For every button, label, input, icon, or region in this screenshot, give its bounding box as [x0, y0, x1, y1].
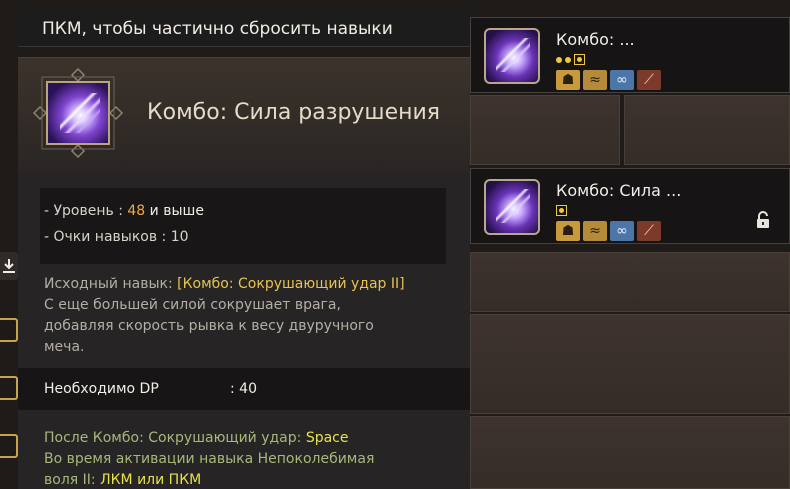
dp-value: : 40 [230, 381, 257, 397]
combo-commands: После Комбо: Сокрушающий удар: Space Во … [44, 430, 375, 488]
helmet-icon: ☗ [556, 70, 580, 90]
skill-level-dots [556, 205, 567, 216]
tree-panel [470, 252, 790, 312]
skill-name: Комбо: Сила ... [556, 181, 682, 200]
tooltip-header: Комбо: Сила разрушения [18, 58, 470, 173]
claw-icon: ⟋ [637, 70, 661, 90]
skill-tooltip: Комбо: Сила разрушения - Уровень : 48 и … [18, 57, 470, 489]
skill-icon [484, 28, 540, 84]
lock-tab[interactable] [0, 434, 18, 458]
tooltip-title: Комбо: Сила разрушения [147, 100, 441, 125]
dp-requirement: Необходимо DP : 40 [18, 368, 470, 410]
tree-panel [624, 95, 790, 165]
claw-icon: ⟋ [637, 221, 661, 241]
chain-icon: ∞ [610, 70, 634, 90]
skill-card[interactable]: Комбо: Сила ... ☗ ≈ ∞ ⟋ [470, 168, 790, 244]
skill-icon [46, 81, 110, 145]
level-value: 48 [127, 203, 146, 219]
lock-tab[interactable] [0, 376, 18, 400]
skill-description: Исходный навык: [Комбо: Сокрушающий удар… [44, 276, 405, 355]
level-requirement: - Уровень : 48 и выше [44, 203, 204, 219]
skill-points-requirement: - Очки навыков : 10 [44, 229, 189, 245]
skill-level-dots [556, 54, 585, 65]
command-icons: ☗ ≈ ∞ ⟋ [556, 221, 661, 241]
combo-key: Space [305, 430, 349, 446]
tree-panel [470, 95, 620, 165]
skill-icon-frame [32, 67, 124, 159]
download-icon[interactable] [0, 252, 18, 280]
skill-name: Комбо: ... [556, 30, 635, 49]
base-skill-name: [Комбо: Сокрушающий удар II] [177, 276, 405, 292]
reset-hint: ПКМ, чтобы частично сбросить навыки [18, 11, 470, 47]
tree-panel [470, 416, 790, 489]
lock-tab[interactable] [0, 318, 18, 342]
combo-key: ЛКМ или ПКМ [100, 472, 202, 488]
dash-icon: ≈ [583, 221, 607, 241]
command-icons: ☗ ≈ ∞ ⟋ [556, 70, 661, 90]
dp-label: Необходимо DP [44, 381, 159, 397]
chain-icon: ∞ [610, 221, 634, 241]
requirements-box: - Уровень : 48 и выше - Очки навыков : 1… [40, 188, 446, 264]
unlock-icon[interactable] [755, 211, 771, 229]
skill-card[interactable]: Комбо: ... ☗ ≈ ∞ ⟋ [470, 17, 790, 93]
tree-panel [470, 314, 790, 414]
hint-text: ПКМ, чтобы частично сбросить навыки [42, 18, 393, 39]
skill-icon [484, 179, 540, 235]
dash-icon: ≈ [583, 70, 607, 90]
helmet-icon: ☗ [556, 221, 580, 241]
